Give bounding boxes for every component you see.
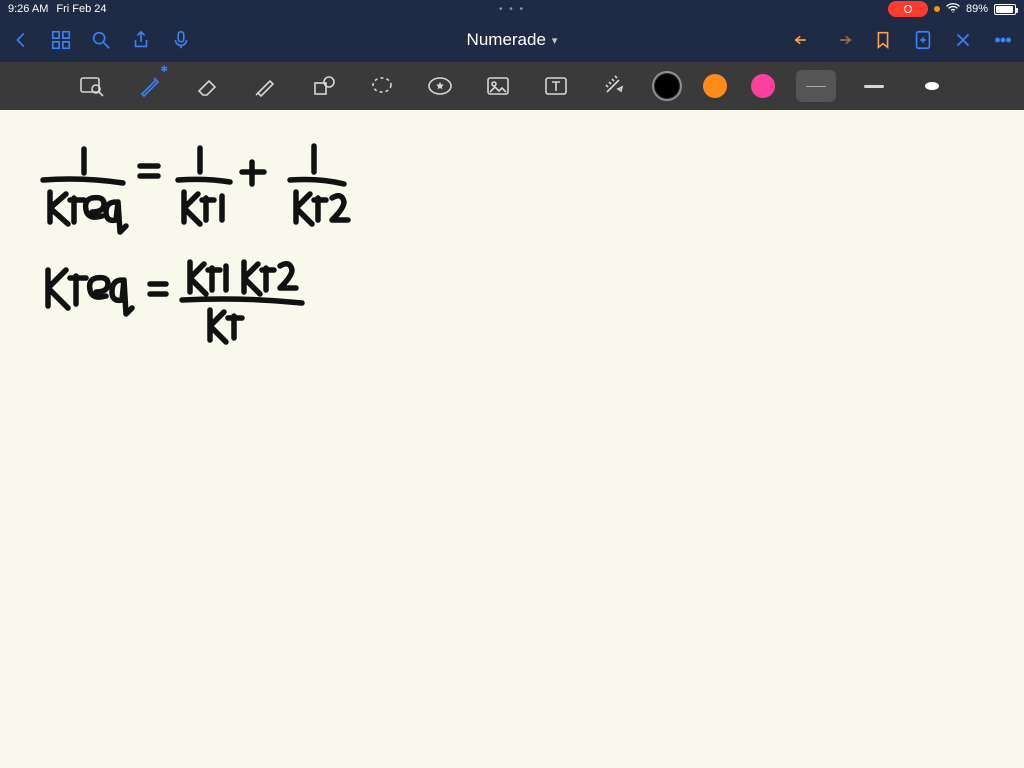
hw-stroke bbox=[140, 166, 158, 176]
status-time: 9:26 AM bbox=[8, 3, 48, 15]
battery-percent: 89% bbox=[966, 3, 988, 15]
apps-grid-icon[interactable] bbox=[50, 29, 72, 51]
hw-stroke bbox=[43, 179, 123, 183]
hw-stroke bbox=[90, 278, 108, 298]
eraser-tool-icon[interactable] bbox=[188, 68, 228, 104]
image-tool-icon[interactable] bbox=[478, 68, 518, 104]
color-swatch-pink[interactable] bbox=[748, 71, 778, 101]
app-nav-bar: Numerade ▾ bbox=[0, 18, 1024, 62]
hw-stroke bbox=[332, 196, 348, 220]
redo-icon[interactable] bbox=[832, 29, 854, 51]
stroke-medium-button[interactable] bbox=[854, 70, 894, 102]
close-icon[interactable] bbox=[952, 29, 974, 51]
stroke-line-icon bbox=[806, 86, 826, 87]
shape-tool-icon[interactable] bbox=[304, 68, 344, 104]
handwriting-layer bbox=[0, 110, 1024, 768]
bluetooth-badge-icon: ✱ bbox=[160, 64, 168, 75]
hw-stroke bbox=[262, 268, 274, 290]
pen-tool-icon[interactable]: ✱ bbox=[130, 68, 170, 104]
drawing-toolbar: ✱ bbox=[0, 62, 1024, 110]
back-icon[interactable] bbox=[10, 29, 32, 51]
color-swatch-orange[interactable] bbox=[700, 71, 730, 101]
search-icon[interactable] bbox=[90, 29, 112, 51]
microphone-icon[interactable] bbox=[170, 29, 192, 51]
hw-stroke bbox=[228, 316, 242, 338]
add-page-icon[interactable] bbox=[912, 29, 934, 51]
text-tool-icon[interactable] bbox=[536, 68, 576, 104]
favorite-tool-icon[interactable] bbox=[420, 68, 460, 104]
hw-stroke bbox=[70, 276, 86, 304]
hw-stroke bbox=[50, 192, 68, 224]
more-icon[interactable] bbox=[992, 29, 1014, 51]
battery-icon bbox=[994, 4, 1016, 15]
hw-stroke bbox=[178, 179, 230, 182]
hw-stroke bbox=[314, 198, 326, 220]
color-swatch-black[interactable] bbox=[652, 71, 682, 101]
ipad-status-bar: 9:26 AM Fri Feb 24 • • • 89% bbox=[0, 0, 1024, 18]
status-date: Fri Feb 24 bbox=[56, 3, 106, 15]
ruler-tool-icon[interactable] bbox=[594, 68, 634, 104]
stroke-line-icon bbox=[864, 85, 884, 88]
doc-title-label: Numerade bbox=[467, 30, 546, 50]
hw-stroke bbox=[184, 192, 200, 224]
hw-stroke bbox=[48, 270, 68, 308]
hw-stroke bbox=[190, 262, 206, 294]
hw-stroke bbox=[210, 310, 226, 342]
swatch-icon bbox=[655, 74, 679, 98]
hw-stroke bbox=[112, 280, 132, 314]
hw-stroke bbox=[244, 262, 260, 294]
hw-stroke bbox=[86, 198, 104, 218]
stroke-tip-button[interactable] bbox=[912, 70, 952, 102]
share-icon[interactable] bbox=[130, 29, 152, 51]
hw-stroke bbox=[290, 180, 344, 185]
lasso-tool-icon[interactable] bbox=[362, 68, 402, 104]
hw-stroke bbox=[182, 299, 302, 303]
multitask-dots[interactable]: • • • bbox=[499, 4, 525, 15]
stroke-thin-button[interactable] bbox=[796, 70, 836, 102]
swatch-icon bbox=[703, 74, 727, 98]
hw-stroke bbox=[280, 264, 296, 288]
highlighter-tool-icon[interactable] bbox=[246, 68, 286, 104]
undo-icon[interactable] bbox=[792, 29, 814, 51]
doc-title[interactable]: Numerade ▾ bbox=[467, 30, 558, 50]
stroke-dot-icon bbox=[925, 82, 939, 90]
drawing-canvas[interactable] bbox=[0, 110, 1024, 768]
swatch-icon bbox=[751, 74, 775, 98]
zoom-tool-icon[interactable] bbox=[72, 68, 112, 104]
bookmark-icon[interactable] bbox=[872, 29, 894, 51]
wifi-icon bbox=[946, 2, 960, 16]
chevron-down-icon: ▾ bbox=[552, 34, 558, 47]
screen-record-pill[interactable] bbox=[888, 1, 928, 17]
hw-stroke bbox=[150, 284, 166, 294]
privacy-dot-icon bbox=[934, 6, 940, 12]
hw-stroke bbox=[106, 202, 126, 232]
hw-stroke bbox=[242, 162, 264, 184]
hw-stroke bbox=[296, 192, 312, 224]
hw-stroke bbox=[70, 198, 84, 222]
hw-stroke bbox=[208, 268, 220, 290]
hw-stroke bbox=[202, 198, 214, 220]
